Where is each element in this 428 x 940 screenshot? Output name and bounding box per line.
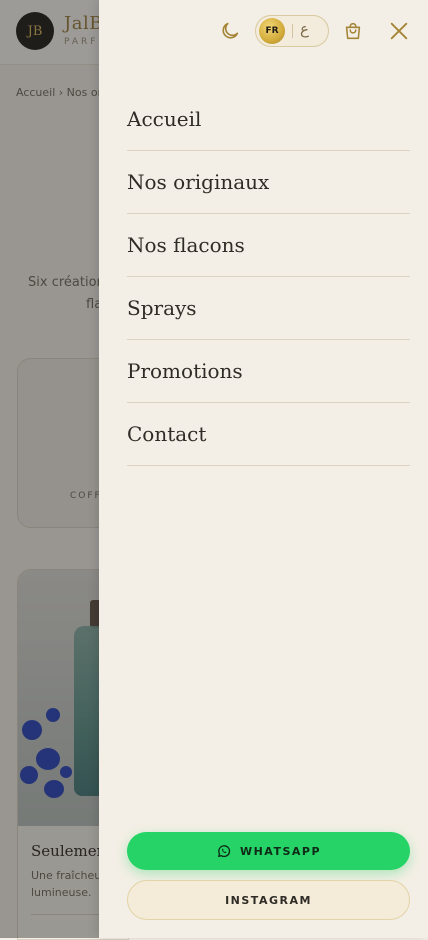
nav-item-accueil[interactable]: Accueil bbox=[127, 88, 410, 151]
close-menu-button[interactable] bbox=[387, 19, 411, 43]
nav-item-label: Nos originaux bbox=[127, 170, 270, 194]
nav-menu: Accueil Nos originaux Nos flacons Sprays… bbox=[127, 88, 410, 466]
whatsapp-label: WHATSAPP bbox=[239, 844, 322, 858]
language-switcher[interactable]: FR ع bbox=[255, 15, 329, 47]
nav-item-nos-originaux[interactable]: Nos originaux bbox=[127, 151, 410, 214]
shopping-bag-icon bbox=[345, 22, 361, 40]
theme-toggle-button[interactable] bbox=[218, 19, 242, 43]
language-option-ar[interactable]: ع bbox=[300, 20, 309, 38]
nav-item-label: Accueil bbox=[127, 107, 202, 131]
nav-item-nos-flacons[interactable]: Nos flacons bbox=[127, 214, 410, 277]
nav-item-label: Sprays bbox=[127, 296, 197, 320]
whatsapp-icon bbox=[217, 845, 231, 858]
nav-item-contact[interactable]: Contact bbox=[127, 403, 410, 466]
nav-item-label: Contact bbox=[127, 422, 207, 446]
language-option-fr[interactable]: FR bbox=[259, 18, 285, 44]
moon-icon bbox=[222, 22, 239, 39]
instagram-button[interactable]: INSTAGRAM bbox=[127, 880, 410, 920]
cart-button[interactable] bbox=[341, 19, 365, 43]
nav-item-label: Promotions bbox=[127, 359, 243, 383]
nav-item-label: Nos flacons bbox=[127, 233, 245, 257]
nav-item-sprays[interactable]: Sprays bbox=[127, 277, 410, 340]
close-icon bbox=[390, 22, 408, 40]
whatsapp-button[interactable]: WHATSAPP bbox=[127, 832, 410, 870]
language-divider bbox=[292, 24, 293, 38]
instagram-label: INSTAGRAM bbox=[225, 893, 312, 907]
navigation-drawer: FR ع Accueil Nos originaux Nos flacons S… bbox=[99, 0, 428, 938]
nav-item-promotions[interactable]: Promotions bbox=[127, 340, 410, 403]
